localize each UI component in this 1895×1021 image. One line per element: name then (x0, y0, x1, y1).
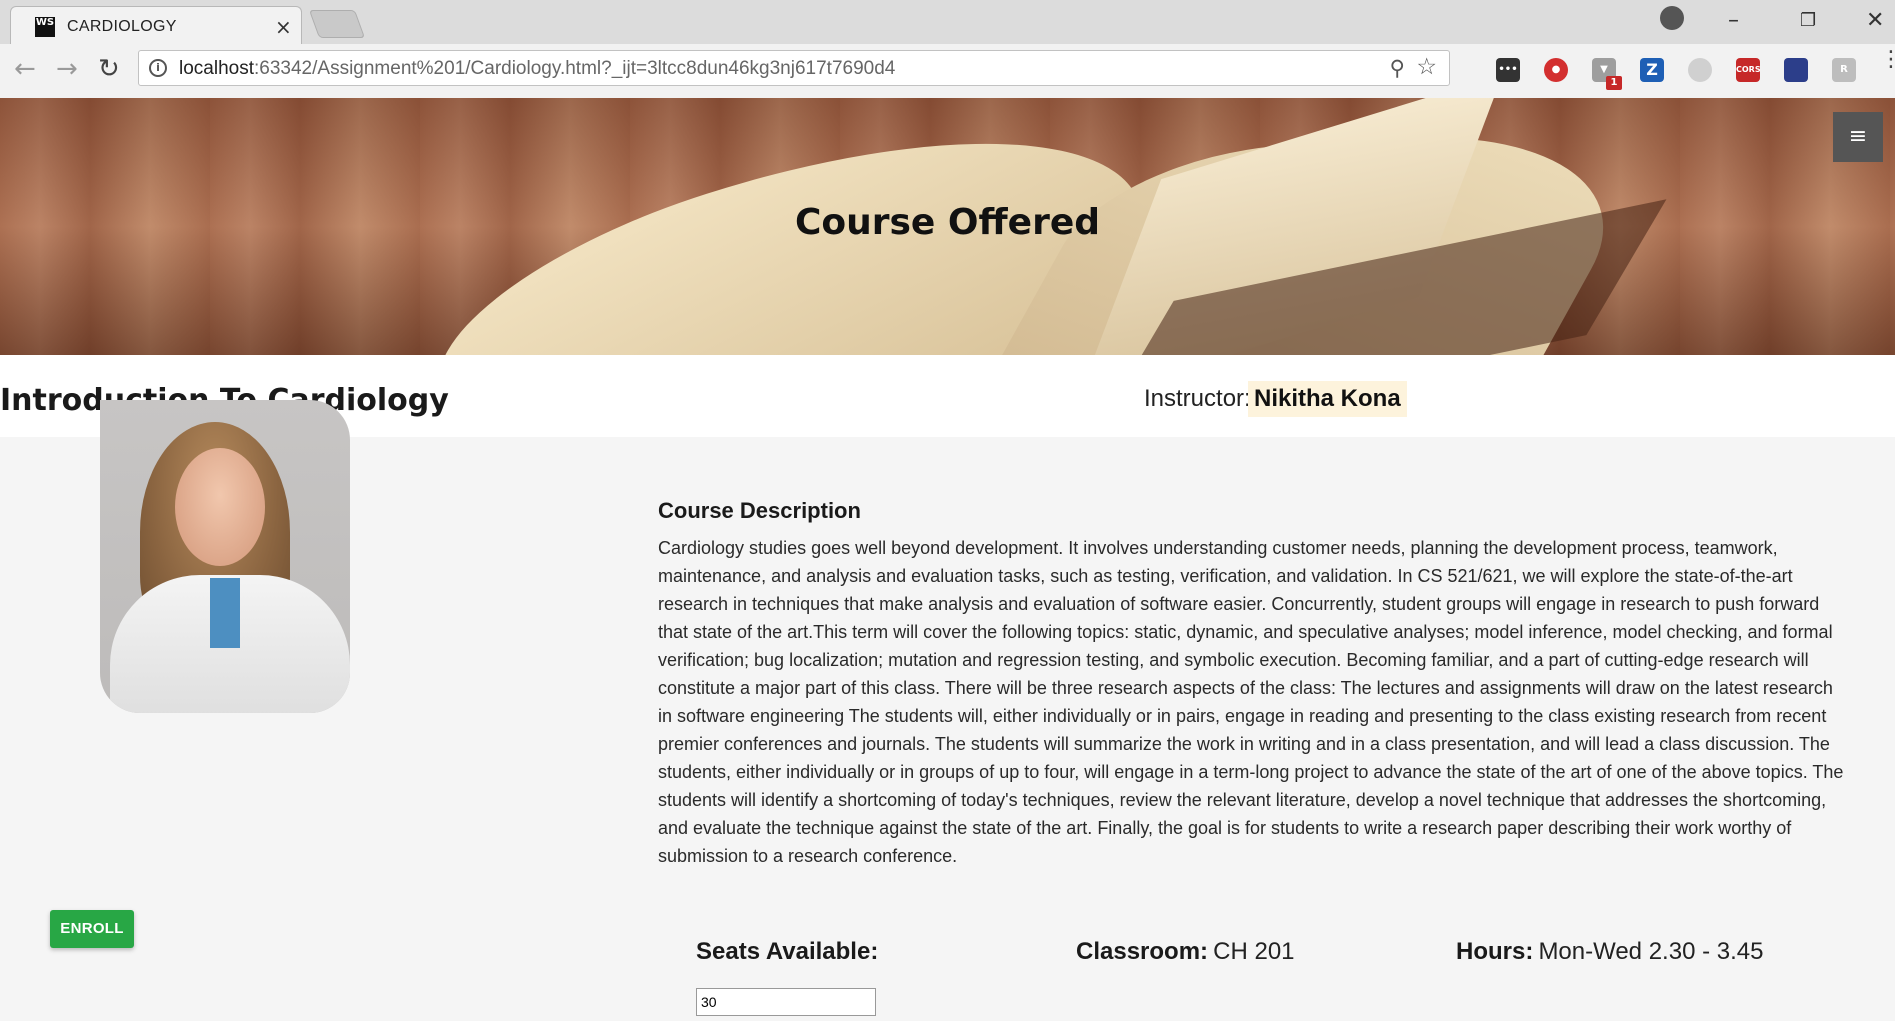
extension-cors-icon[interactable]: CORS (1736, 58, 1761, 82)
browser-menu-icon[interactable]: ⋮ (1880, 49, 1895, 71)
reload-icon[interactable]: ↻ (98, 54, 120, 84)
hours-value: Mon-Wed 2.30 - 3.45 (1538, 938, 1764, 965)
zoom-icon[interactable]: ⚲ (1390, 56, 1405, 80)
instructor-name: Nikitha Kona (1248, 381, 1407, 417)
star-icon[interactable]: ☆ (1416, 54, 1437, 80)
instructor-photo (100, 400, 350, 713)
browser-chrome: WS CARDIOLOGY × – ❐ ✕ ← → ↻ i localhost:… (0, 0, 1895, 99)
tab-strip: WS CARDIOLOGY × – ❐ ✕ (0, 0, 1895, 45)
photo-face (175, 448, 265, 566)
browser-toolbar: ← → ↻ i localhost:63342/Assignment%201/C… (0, 44, 1895, 98)
extension-dots-icon[interactable]: ••• (1496, 58, 1520, 82)
url-text[interactable]: localhost:63342/Assignment%201/Cardiolog… (179, 58, 895, 80)
hamburger-menu-icon[interactable]: ≡ (1833, 112, 1883, 162)
hours-info: Hours: Mon-Wed 2.30 - 3.45 (1456, 938, 1763, 966)
seats-available-input[interactable] (696, 988, 876, 1016)
restore-icon[interactable]: ❐ (1800, 10, 1816, 31)
classroom-label: Classroom: (1076, 938, 1209, 965)
url-path: :63342/Assignment%201/Cardiology.html?_i… (254, 58, 896, 79)
window-close-icon[interactable]: ✕ (1866, 8, 1884, 33)
browser-tab-cardiology[interactable]: WS CARDIOLOGY × (10, 6, 302, 45)
instructor-label: Instructor: (1144, 385, 1251, 412)
tab-close-icon[interactable]: × (275, 15, 292, 39)
extension-swirl-icon[interactable] (1688, 58, 1712, 82)
address-bar[interactable]: i localhost:63342/Assignment%201/Cardiol… (138, 50, 1450, 86)
extension-flag-icon[interactable] (1784, 58, 1808, 82)
webstorm-favicon-icon: WS (35, 17, 55, 37)
extension-ublock-icon[interactable]: ● (1544, 58, 1568, 82)
photo-shirt (210, 578, 240, 648)
extension-r-icon[interactable]: R (1832, 58, 1856, 82)
description-heading: Course Description (658, 498, 861, 523)
classroom-info: Classroom: CH 201 (1076, 938, 1295, 966)
classroom-value: CH 201 (1213, 938, 1295, 965)
new-tab-button[interactable] (308, 10, 366, 38)
hero-title: Course Offered (794, 202, 1101, 243)
minimize-icon[interactable]: – (1728, 8, 1739, 33)
forward-arrow-icon[interactable]: → (56, 54, 78, 84)
profile-icon[interactable] (1660, 6, 1684, 30)
url-host: localhost (179, 58, 254, 79)
hours-label: Hours: (1456, 938, 1534, 965)
back-arrow-icon[interactable]: ← (14, 54, 36, 84)
info-icon[interactable]: i (149, 59, 167, 77)
description-body: Cardiology studies goes well beyond deve… (658, 538, 1844, 866)
extension-badge: 1 (1606, 76, 1622, 90)
enroll-button[interactable]: ENROLL (50, 910, 134, 948)
tab-title: CARDIOLOGY (67, 18, 177, 35)
hero-banner: Course Offered ≡ (0, 98, 1895, 355)
seats-label: Seats Available: (696, 938, 879, 965)
extension-zotero-icon[interactable]: Z (1640, 58, 1664, 82)
seats-info: Seats Available: (696, 938, 878, 966)
